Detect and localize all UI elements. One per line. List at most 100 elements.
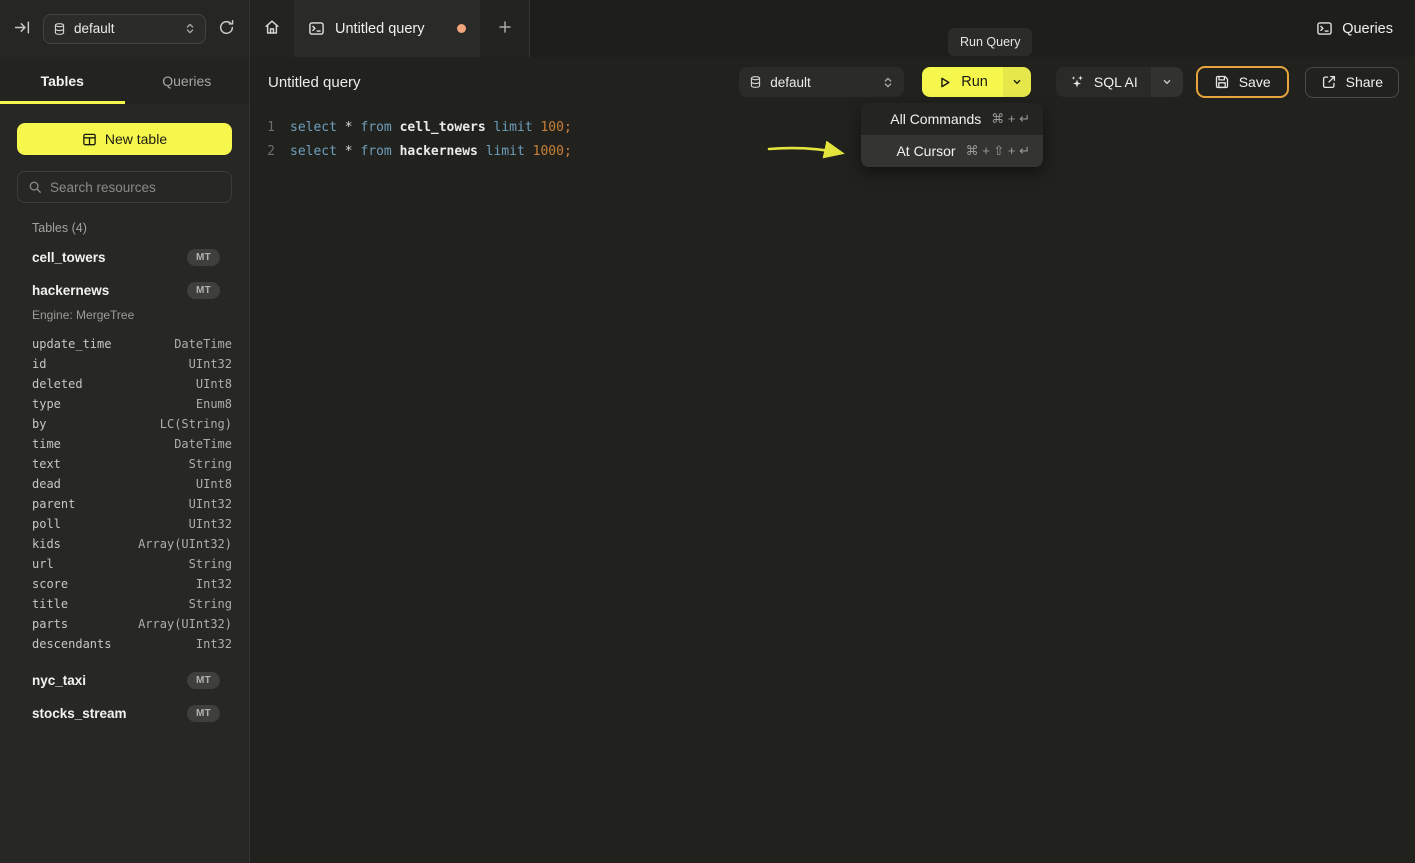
table-name: cell_towers: [32, 250, 106, 265]
column-type: DateTime: [174, 337, 232, 351]
sidebar-tab-bar: Tables Queries: [0, 57, 249, 104]
search-input[interactable]: [50, 180, 227, 195]
table-item-hackernews[interactable]: hackernewsMT: [17, 274, 232, 307]
column-row: type Enum8: [32, 394, 232, 414]
toolbar-database-selector[interactable]: default: [739, 67, 904, 97]
chevron-updown-icon: [882, 76, 894, 89]
home-button[interactable]: [250, 0, 294, 57]
column-type: LC(String): [160, 417, 232, 431]
column-name: text: [32, 457, 61, 471]
table-name: stocks_stream: [32, 706, 127, 721]
column-type: Int32: [196, 637, 232, 651]
code-text: select * from cell_towers limit 100;: [290, 120, 572, 135]
column-row: text String: [32, 454, 232, 474]
query-tab-label: Untitled query: [335, 21, 424, 37]
unsaved-changes-dot: [457, 24, 466, 33]
column-name: descendants: [32, 637, 111, 651]
sidebar-tab-tables[interactable]: Tables: [0, 57, 125, 104]
column-row: by LC(String): [32, 414, 232, 434]
queries-button[interactable]: Queries: [1294, 0, 1415, 57]
table-item-nyc_taxi[interactable]: nyc_taxiMT: [17, 664, 232, 697]
sql-ai-button[interactable]: SQL AI: [1056, 67, 1151, 97]
search-icon: [28, 180, 42, 194]
table-item-cell_towers[interactable]: cell_towersMT: [17, 241, 232, 274]
column-type: String: [189, 457, 232, 471]
menu-item-shortcut: ⌘ + ↵: [991, 111, 1030, 127]
sparkles-icon: [1069, 74, 1085, 90]
share-icon: [1321, 74, 1337, 90]
column-type: Enum8: [196, 397, 232, 411]
column-row: parent UInt32: [32, 494, 232, 514]
run-options-button[interactable]: [1003, 67, 1031, 97]
play-icon: [937, 75, 952, 90]
table-engine-label: Engine: MergeTree: [32, 308, 232, 322]
share-button[interactable]: Share: [1305, 67, 1399, 98]
column-type: String: [189, 597, 232, 611]
queries-button-label: Queries: [1342, 21, 1393, 37]
sidebar: default Tables Queries New table: [0, 0, 250, 863]
run-menu-item-all-commands[interactable]: All Commands ⌘ + ↵: [861, 103, 1043, 135]
topbar-spacer: [530, 0, 1294, 57]
column-name: kids: [32, 537, 61, 551]
menu-item-label: All Commands: [890, 111, 981, 127]
database-selector-value: default: [74, 21, 176, 36]
column-type: Array(UInt32): [138, 617, 232, 631]
column-type: UInt32: [189, 517, 232, 531]
column-row: parts Array(UInt32): [32, 614, 232, 634]
database-icon: [53, 22, 66, 36]
sql-editor[interactable]: 1select * from cell_towers limit 100; 2 se…: [251, 107, 1415, 863]
code-text: select * from hackernews limit 1000;: [290, 144, 572, 159]
plus-icon: [497, 19, 513, 38]
column-row: update_time DateTime: [32, 334, 232, 354]
sidebar-tab-queries[interactable]: Queries: [125, 57, 250, 104]
column-name: by: [32, 417, 46, 431]
query-title: Untitled query: [268, 74, 361, 91]
run-button[interactable]: Run: [922, 67, 1003, 97]
database-selector[interactable]: default: [43, 14, 206, 44]
table-item-stocks_stream[interactable]: stocks_streamMT: [17, 697, 232, 730]
table-icon: [82, 132, 97, 147]
topbar: Untitled query Queries: [250, 0, 1415, 57]
editor-line: 1select * from cell_towers limit 100;: [251, 115, 1415, 139]
column-name: update_time: [32, 337, 111, 351]
column-type: UInt8: [196, 477, 232, 491]
collapse-sidebar-button[interactable]: [14, 19, 31, 39]
run-query-tooltip: Run Query: [948, 28, 1032, 56]
save-button-label: Save: [1239, 74, 1271, 90]
column-row: poll UInt32: [32, 514, 232, 534]
refresh-button[interactable]: [218, 19, 235, 39]
new-table-button[interactable]: New table: [17, 123, 232, 155]
column-name: deleted: [32, 377, 83, 391]
column-row: kidsArray(UInt32): [32, 534, 232, 554]
engine-badge: MT: [187, 672, 220, 689]
run-menu-item-at-cursor[interactable]: At Cursor⌘ + ⇧ + ↵: [861, 135, 1043, 167]
column-row: scoreInt32: [32, 574, 232, 594]
column-type: UInt32: [189, 497, 232, 511]
chevron-down-icon: [1011, 76, 1023, 88]
column-row: deadUInt8: [32, 474, 232, 494]
column-type: Int32: [196, 577, 232, 591]
column-type: DateTime: [174, 437, 232, 451]
column-name: url: [32, 557, 54, 571]
column-name: type: [32, 397, 61, 411]
sql-ai-button-group: SQL AI: [1056, 67, 1183, 97]
database-icon: [749, 75, 762, 89]
run-options-menu: All Commands ⌘ + ↵ At Cursor⌘ + ⇧ + ↵: [861, 103, 1043, 167]
column-name: parts: [32, 617, 68, 631]
column-type: UInt8: [196, 377, 232, 391]
run-button-label: Run: [961, 74, 988, 90]
sql-ai-options-button[interactable]: [1151, 67, 1183, 97]
query-tab[interactable]: Untitled query: [294, 0, 480, 57]
save-button[interactable]: Save: [1196, 66, 1289, 98]
active-tab-underline: [0, 101, 125, 104]
column-name: parent: [32, 497, 75, 511]
chevron-updown-icon: [184, 22, 196, 35]
column-row: descendants Int32: [32, 634, 232, 654]
column-name: poll: [32, 517, 61, 531]
new-tab-button[interactable]: [480, 0, 529, 57]
tables-list: cell_towersMThackernewsMTEngine: MergeTr…: [17, 241, 232, 730]
search-box: [17, 171, 232, 203]
menu-item-shortcut: ⌘ + ⇧ + ↵: [966, 143, 1030, 159]
line-number: 2: [251, 144, 275, 159]
home-icon: [263, 18, 281, 39]
